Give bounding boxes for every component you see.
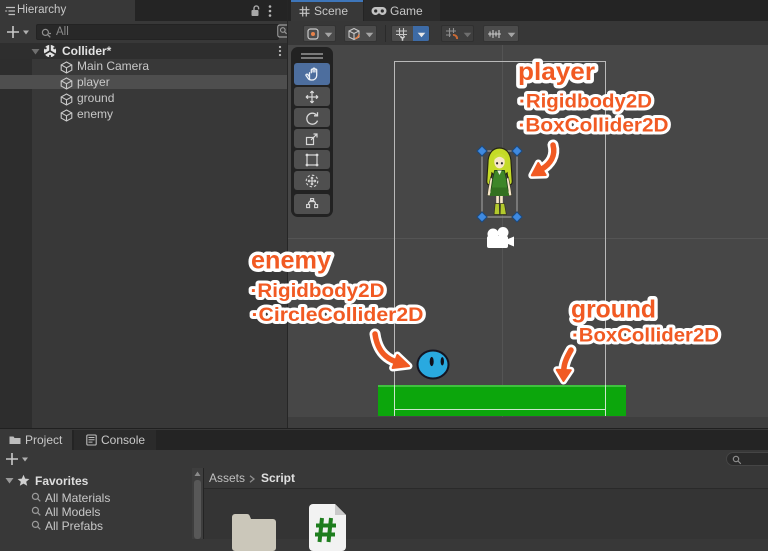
svg-text:·Rigidbody2D: ·Rigidbody2D — [251, 281, 385, 302]
svg-text:·BoxCollider2D: ·BoxCollider2D — [519, 116, 669, 137]
svg-text:·CircleCollider2D: ·CircleCollider2D — [252, 305, 424, 326]
svg-text:·Rigidbody2D: ·Rigidbody2D — [519, 92, 652, 113]
svg-text:ground: ground — [571, 296, 656, 324]
svg-text:player: player — [518, 58, 595, 86]
svg-text:·BoxCollider2D: ·BoxCollider2D — [572, 326, 719, 347]
svg-text:enemy: enemy — [251, 247, 331, 275]
